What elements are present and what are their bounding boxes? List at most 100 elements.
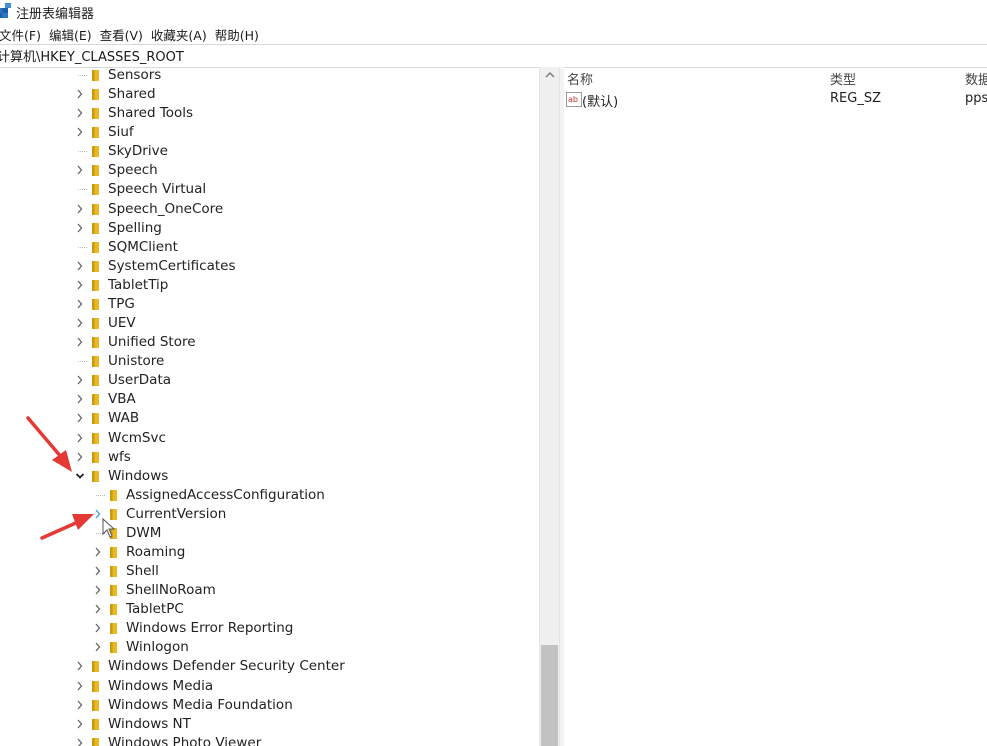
tree-item[interactable]: Shell	[0, 562, 539, 581]
tree-scrollbar[interactable]	[539, 67, 560, 746]
chevron-right-icon[interactable]	[93, 545, 103, 559]
chevron-right-icon[interactable]	[75, 125, 85, 139]
menu-help[interactable]: 帮助(H)	[215, 25, 259, 44]
scroll-thumb[interactable]	[541, 645, 558, 746]
tree-item[interactable]: SkyDrive	[0, 142, 539, 161]
menu-edit[interactable]: 编辑(E)	[49, 25, 92, 44]
tree-item[interactable]: Speech Virtual	[0, 180, 539, 199]
address-input[interactable]	[0, 45, 977, 65]
tree-item-label: Windows	[108, 467, 169, 484]
tree-item-label: VBA	[108, 391, 136, 408]
tree-item[interactable]: Windows Photo Viewer	[0, 734, 539, 746]
tree-item[interactable]: UEV	[0, 314, 539, 333]
window-title: 注册表编辑器	[16, 7, 95, 22]
folder-icon	[110, 566, 117, 578]
tree-item-label: Unistore	[108, 353, 165, 370]
tree-item[interactable]: SystemCertificates	[0, 257, 539, 276]
chevron-right-icon[interactable]	[75, 221, 85, 235]
tree-item[interactable]: SQMClient	[0, 238, 539, 257]
chevron-right-icon[interactable]	[75, 87, 85, 101]
chevron-right-icon[interactable]	[75, 259, 85, 273]
tree-connector	[78, 151, 87, 153]
tree-item[interactable]: Windows Media	[0, 677, 539, 696]
chevron-right-icon[interactable]	[75, 659, 85, 673]
tree-item[interactable]: AssignedAccessConfiguration	[0, 486, 539, 505]
tree-item[interactable]: Unified Store	[0, 333, 539, 352]
tree-item[interactable]: ShellNoRoam	[0, 581, 539, 600]
tree-item[interactable]: Sensors	[0, 67, 539, 85]
tree-item[interactable]: Speech_OneCore	[0, 200, 539, 219]
tree-item[interactable]: TabletTip	[0, 276, 539, 295]
tree-item[interactable]: Roaming	[0, 543, 539, 562]
chevron-right-icon[interactable]	[75, 202, 85, 216]
tree-item[interactable]: Windows Media Foundation	[0, 696, 539, 715]
tree-item-label: Speech_OneCore	[108, 200, 224, 217]
tree-item[interactable]: Windows NT	[0, 715, 539, 734]
tree-item-label: WcmSvc	[108, 429, 166, 446]
folder-icon	[110, 642, 117, 654]
tree-item-label: Speech Virtual	[108, 181, 207, 198]
column-header-name[interactable]: 名称	[567, 69, 593, 88]
chevron-right-icon[interactable]	[75, 392, 85, 406]
folder-icon	[92, 298, 99, 310]
chevron-right-icon[interactable]	[75, 679, 85, 693]
tree-item[interactable]: WcmSvc	[0, 429, 539, 448]
tree-item[interactable]: Spelling	[0, 219, 539, 238]
chevron-right-icon[interactable]	[75, 163, 85, 177]
tree-item-label: Windows Media	[108, 677, 214, 694]
chevron-right-icon[interactable]	[93, 583, 103, 597]
chevron-right-icon[interactable]	[75, 373, 85, 387]
tree-item[interactable]: TabletPC	[0, 600, 539, 619]
folder-icon	[110, 604, 117, 616]
chevron-right-icon[interactable]	[75, 736, 85, 746]
tree-item[interactable]: Windows	[0, 467, 539, 486]
tree-item-label: TabletPC	[126, 601, 184, 618]
chevron-right-icon[interactable]	[93, 564, 103, 578]
folder-icon	[92, 718, 99, 730]
chevron-right-icon[interactable]	[75, 278, 85, 292]
folder-icon	[92, 337, 99, 349]
chevron-right-icon[interactable]	[93, 640, 103, 654]
tree-item[interactable]: Shared	[0, 85, 539, 104]
tree-connector	[78, 246, 87, 249]
tree-item[interactable]: Unistore	[0, 352, 539, 371]
red-arrow-icon	[26, 416, 72, 472]
menu-file[interactable]: 文件(F)	[0, 25, 41, 44]
list-item[interactable]: ab (默认) REG_SZ pps	[563, 89, 987, 110]
tree-item[interactable]: wfs	[0, 448, 539, 467]
svg-text:ab: ab	[568, 95, 578, 104]
chevron-right-icon[interactable]	[75, 106, 85, 120]
chevron-right-icon[interactable]	[93, 621, 103, 635]
chevron-right-icon[interactable]	[75, 717, 85, 731]
tree-item[interactable]: UserData	[0, 371, 539, 390]
chevron-right-icon[interactable]	[75, 698, 85, 712]
folder-icon	[92, 108, 99, 120]
tree-item[interactable]: WAB	[0, 409, 539, 428]
chevron-right-icon[interactable]	[75, 297, 85, 311]
tree-item[interactable]: Speech	[0, 161, 539, 180]
values-list[interactable]: 名称 类型 数据 ab (默认) REG_SZ pps	[563, 67, 987, 746]
tree-item[interactable]: Shared Tools	[0, 104, 539, 123]
tree-item[interactable]: Windows Defender Security Center	[0, 657, 539, 676]
registry-tree[interactable]: Sensors Shared Shared Tools Siuf SkyDrive Spe…	[0, 67, 539, 746]
folder-icon	[92, 680, 99, 692]
menu-favorites[interactable]: 收藏夹(A)	[151, 25, 207, 44]
menu-view[interactable]: 查看(V)	[100, 25, 143, 44]
tree-item-label: Windows Media Foundation	[108, 696, 293, 713]
tree-item[interactable]: Siuf	[0, 123, 539, 142]
chevron-right-icon[interactable]	[75, 316, 85, 330]
tree-item[interactable]: Windows Error Reporting	[0, 619, 539, 638]
folder-icon	[110, 547, 117, 558]
chevron-right-icon[interactable]	[93, 602, 103, 616]
tree-item-label: Unified Store	[108, 334, 196, 351]
tree-item[interactable]: TPG	[0, 295, 539, 314]
tree-item[interactable]: Winlogon	[0, 638, 539, 657]
column-header-type[interactable]: 类型	[830, 69, 856, 88]
column-header-data[interactable]: 数据	[965, 69, 987, 88]
folder-icon	[92, 89, 99, 101]
scroll-up-icon[interactable]	[544, 70, 556, 80]
folder-icon	[92, 260, 99, 272]
tree-item-label: Windows Error Reporting	[126, 620, 294, 637]
chevron-right-icon[interactable]	[75, 335, 85, 349]
tree-item[interactable]: VBA	[0, 390, 539, 409]
